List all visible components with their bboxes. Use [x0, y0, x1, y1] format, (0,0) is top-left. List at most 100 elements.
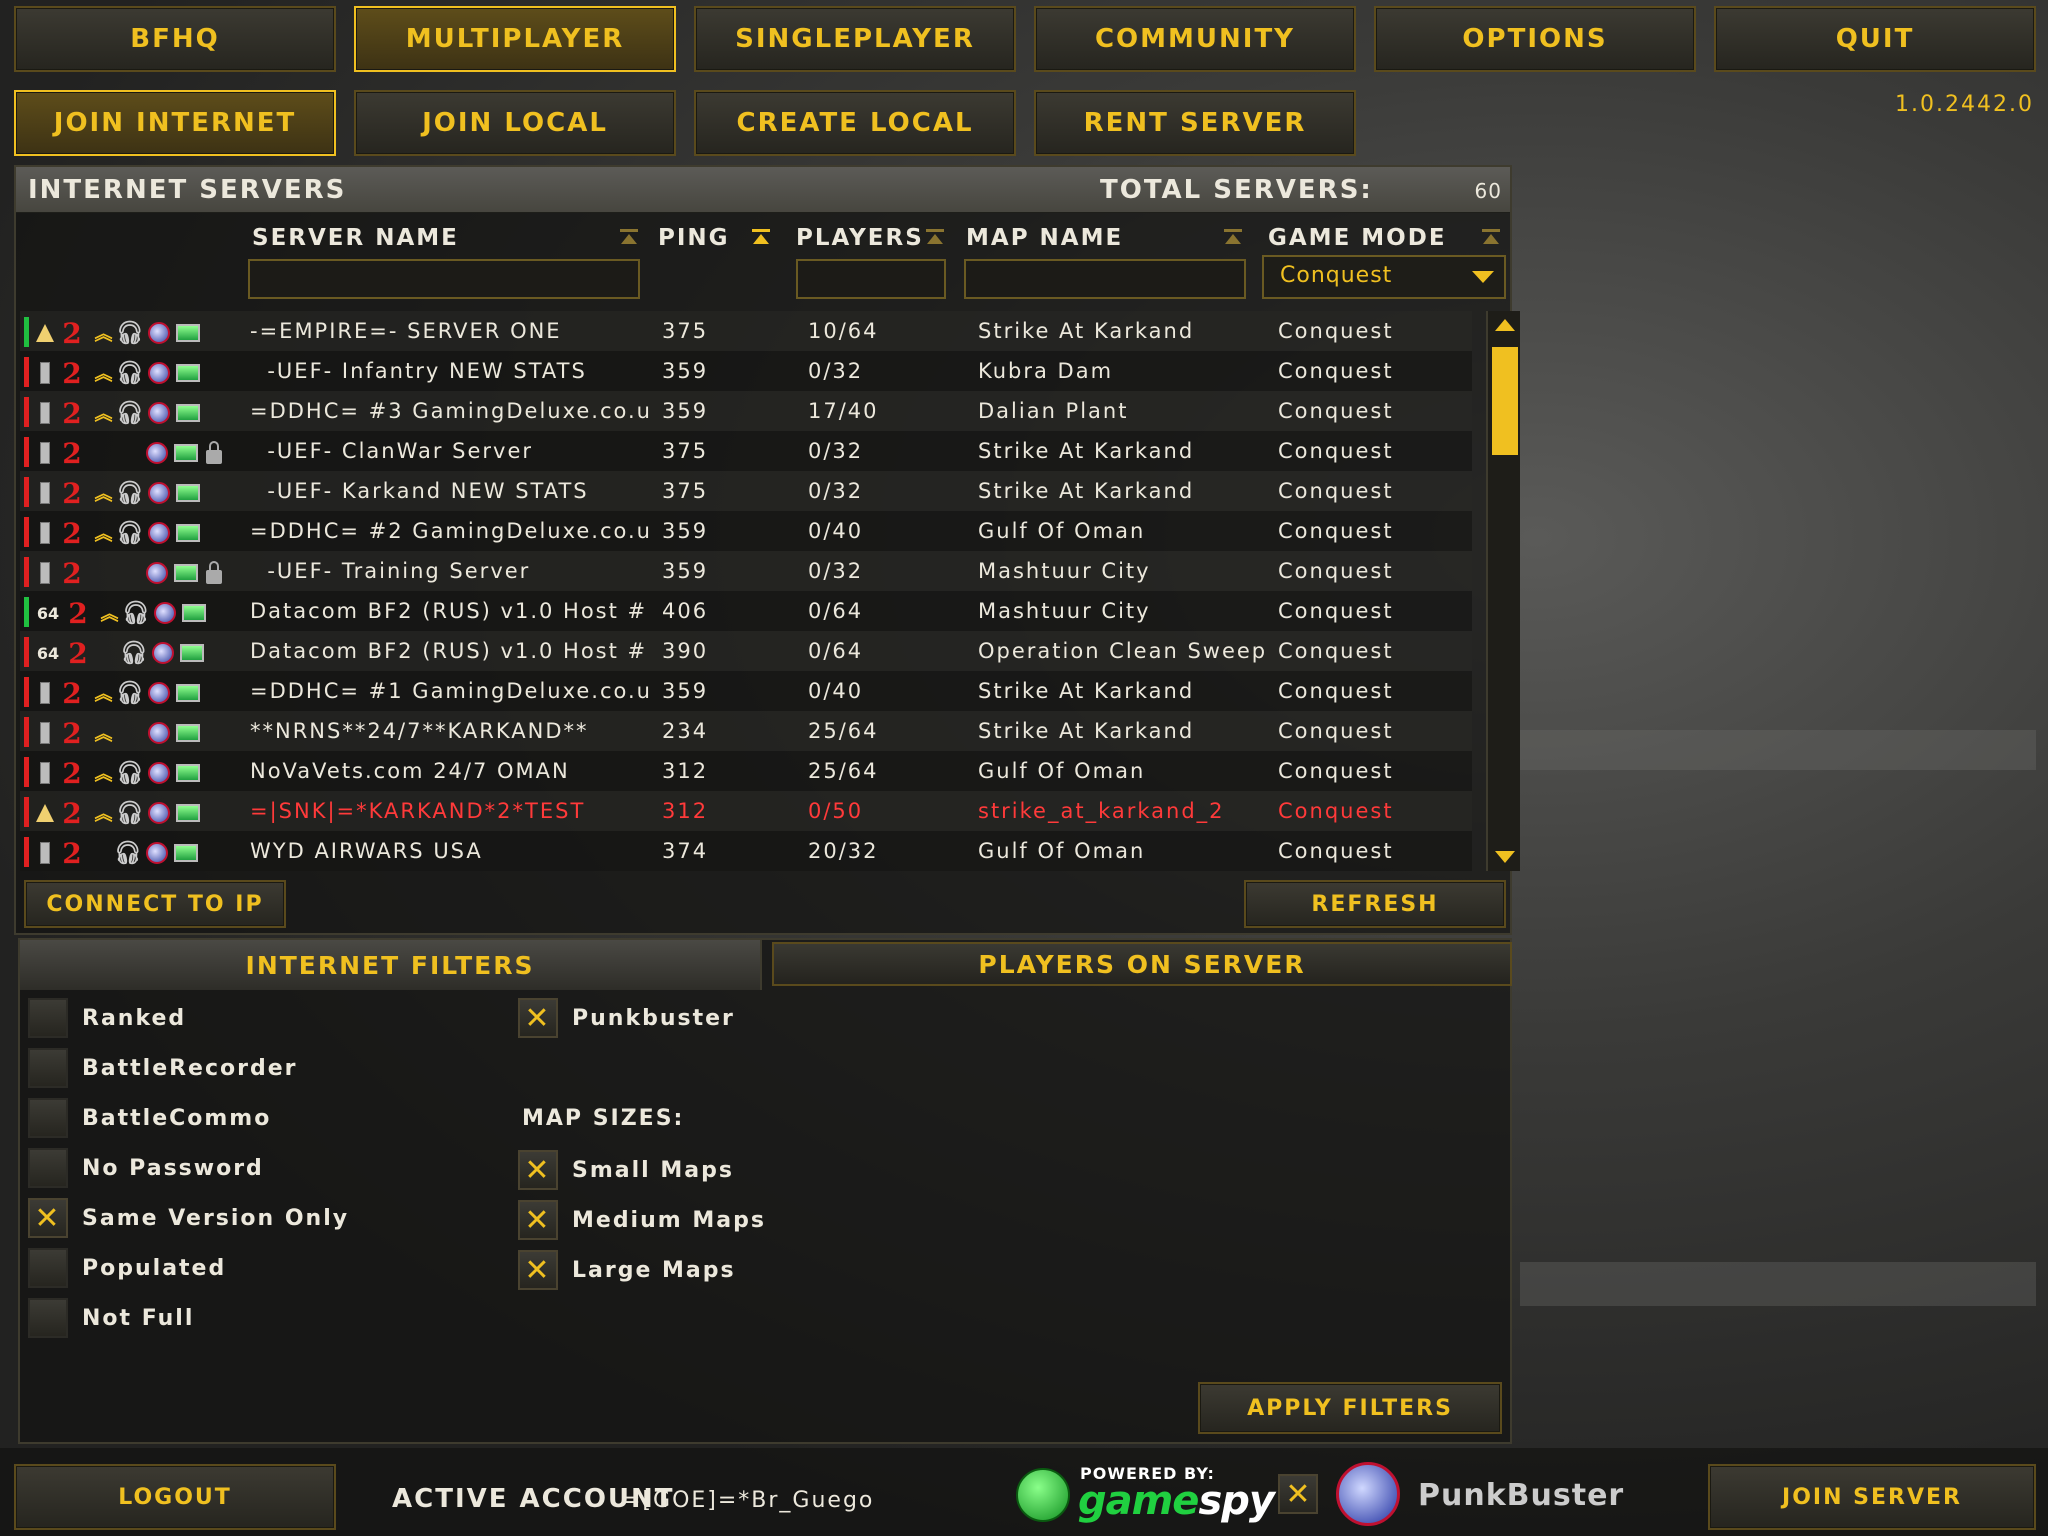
checkbox-box[interactable]: ✕ [518, 1200, 558, 1240]
table-row[interactable]: 2 ︽ 🎧︎ =DDHC= #3 GamingDeluxe.co.u 359 17/40 D… [20, 391, 1472, 431]
server-icons: 64 2 🎧︎ [34, 637, 246, 670]
checkbox-box[interactable]: ✕ [518, 998, 558, 1038]
punkbuster-checkbox[interactable]: ✕ Punkbuster [518, 998, 735, 1038]
officer-icon [34, 319, 56, 347]
checkbox-box[interactable] [28, 998, 68, 1038]
table-row[interactable]: 64 2 🎧︎ Datacom BF2 (RUS) v1.0 Host # 390 0/6… [20, 631, 1472, 671]
filter-checkbox-same-version-only[interactable]: ✕ Same Version Only [28, 1198, 349, 1238]
nav-quit-button[interactable]: QUIT [1714, 6, 2036, 72]
headset-icon: 🎧︎ [116, 320, 146, 346]
filter-checkbox-ranked[interactable]: Ranked [28, 998, 186, 1038]
server-name-cell: -UEF- ClanWar Server [250, 439, 534, 463]
table-row[interactable]: 2 ︽ 🎧︎ -UEF- Karkand NEW STATS 375 0/32 Strik… [20, 471, 1472, 511]
nav-bfhq-button[interactable]: BFHQ [14, 6, 336, 72]
server-name-cell: -UEF- Infantry NEW STATS [250, 359, 587, 383]
column-players[interactable]: PLAYERS [796, 225, 924, 251]
scroll-up-icon[interactable] [1495, 319, 1515, 331]
filter-checkbox-not-full[interactable]: Not Full [28, 1298, 194, 1338]
rent-server-button[interactable]: RENT SERVER [1034, 90, 1356, 156]
punkbuster-logo-text: PunkBuster [1418, 1478, 1625, 1513]
server-name-cell: -UEF- Training Server [250, 559, 531, 583]
column-ping[interactable]: PING [658, 225, 730, 251]
refresh-button[interactable]: REFRESH [1244, 880, 1506, 928]
sort-map-name-icon[interactable] [1222, 229, 1244, 247]
create-local-button[interactable]: CREATE LOCAL [694, 90, 1016, 156]
map-name-cell: Gulf Of Oman [978, 839, 1146, 863]
tab-internet-filters[interactable]: INTERNET FILTERS [20, 940, 762, 990]
server-status-indicator [24, 557, 29, 587]
scrollbar-thumb[interactable] [1492, 347, 1518, 455]
table-row[interactable]: 2 ︽ 🎧︎ -UEF- Infantry NEW STATS 359 0/32 Kubr… [20, 351, 1472, 391]
bf2-icon: 2 [62, 436, 82, 470]
monitor-icon [174, 399, 202, 427]
ping-cell: 234 [662, 719, 709, 743]
table-row[interactable]: 2 ︽ 🎧︎ -=EMPIRE=- SERVER ONE 375 10/64 Strike … [20, 311, 1472, 351]
apply-filters-button[interactable]: APPLY FILTERS [1198, 1382, 1502, 1434]
monitor-icon [174, 319, 202, 347]
sort-game-mode-icon[interactable] [1480, 229, 1502, 247]
join-local-button[interactable]: JOIN LOCAL [354, 90, 676, 156]
players-cell: 10/64 [808, 319, 879, 343]
server-status-indicator [24, 677, 29, 707]
checkbox-box[interactable]: ✕ [518, 1150, 558, 1190]
map-name-filter-input[interactable] [964, 259, 1246, 299]
checkbox-box[interactable] [28, 1148, 68, 1188]
checkbox-label: Small Maps [572, 1157, 734, 1183]
server-name-filter-input[interactable] [248, 259, 640, 299]
column-server-name[interactable]: SERVER NAME [252, 225, 459, 251]
tab-players-on-server[interactable]: PLAYERS ON SERVER [772, 942, 1512, 986]
server-status-indicator [24, 637, 29, 667]
punkbuster-icon [150, 639, 176, 667]
nav-singleplayer-button[interactable]: SINGLEPLAYER [694, 6, 1016, 72]
bf2-icon: 2 [62, 676, 82, 710]
players-cell: 17/40 [808, 399, 879, 423]
logout-button[interactable]: LOGOUT [14, 1464, 336, 1530]
ranked-icon [34, 399, 56, 427]
table-row[interactable]: 2 🎧︎ WYD AIRWARS USA 374 20/32 Gulf Of Oman Co… [20, 831, 1472, 871]
table-row[interactable]: 2 ︽ 🎧︎ =|SNK|=*KARKAND*2*TEST 312 0/50 strike_… [20, 791, 1472, 831]
table-row[interactable]: 2 ︽ 🎧︎ =DDHC= #1 GamingDeluxe.co.u 359 0/40 St… [20, 671, 1472, 711]
checkbox-box[interactable] [28, 1298, 68, 1338]
monitor-icon [172, 559, 200, 587]
sort-server-name-icon[interactable] [618, 229, 640, 247]
table-row[interactable]: 2 -UEF- ClanWar Server 375 0/32 Strike At K… [20, 431, 1472, 471]
sort-ping-icon[interactable] [750, 229, 772, 247]
join-server-button[interactable]: JOIN SERVER [1708, 1464, 2036, 1530]
bf2-icon: 2 [62, 836, 82, 870]
nav-community-button[interactable]: COMMUNITY [1034, 6, 1356, 72]
game-mode-dropdown[interactable]: Conquest [1262, 255, 1506, 299]
map-size-checkbox-medium-maps[interactable]: ✕ Medium Maps [518, 1200, 766, 1240]
checkbox-box[interactable] [28, 1248, 68, 1288]
table-row[interactable]: 2 ︽ **NRNS**24/7**KARKAND** 234 25/64 Strike … [20, 711, 1472, 751]
checkbox-label: Ranked [82, 1005, 187, 1031]
punkbuster-toggle-checkbox[interactable]: ✕ [1278, 1474, 1318, 1514]
join-internet-button[interactable]: JOIN INTERNET [14, 90, 336, 156]
nav-options-button[interactable]: OPTIONS [1374, 6, 1696, 72]
checkbox-box[interactable] [28, 1048, 68, 1088]
checkbox-box[interactable]: ✕ [518, 1250, 558, 1290]
headset-icon: 🎧︎ [122, 600, 152, 626]
lock-icon [202, 439, 226, 467]
table-row[interactable]: 2 ︽ 🎧︎ NoVaVets.com 24/7 OMAN 312 25/64 Gulf O… [20, 751, 1472, 791]
scroll-down-icon[interactable] [1495, 851, 1515, 863]
map-name-cell: Mashtuur City [978, 559, 1151, 583]
table-row[interactable]: 2 ︽ 🎧︎ =DDHC= #2 GamingDeluxe.co.u 359 0/40 Gu… [20, 511, 1472, 551]
filter-checkbox-populated[interactable]: Populated [28, 1248, 226, 1288]
checkbox-box[interactable]: ✕ [28, 1198, 68, 1238]
map-size-checkbox-small-maps[interactable]: ✕ Small Maps [518, 1150, 734, 1190]
column-map-name[interactable]: MAP NAME [966, 225, 1123, 251]
server-list-scrollbar[interactable] [1486, 311, 1520, 871]
filter-checkbox-battlerecorder[interactable]: BattleRecorder [28, 1048, 298, 1088]
filter-checkbox-no-password[interactable]: No Password [28, 1148, 264, 1188]
filter-checkbox-battlecommo[interactable]: BattleCommo [28, 1098, 271, 1138]
nav-multiplayer-button[interactable]: MULTIPLAYER [354, 6, 676, 72]
table-row[interactable]: 2 -UEF- Training Server 359 0/32 Mashtuur C… [20, 551, 1472, 591]
checkbox-box[interactable] [28, 1098, 68, 1138]
table-row[interactable]: 64 2 ︽ 🎧︎ Datacom BF2 (RUS) v1.0 Host # 406 0/… [20, 591, 1472, 631]
map-size-checkbox-large-maps[interactable]: ✕ Large Maps [518, 1250, 736, 1290]
ping-cell: 359 [662, 399, 709, 423]
connect-to-ip-button[interactable]: CONNECT TO IP [24, 880, 286, 928]
players-filter-input[interactable] [796, 259, 946, 299]
column-game-mode[interactable]: GAME MODE [1268, 225, 1447, 251]
sort-players-icon[interactable] [924, 229, 946, 247]
